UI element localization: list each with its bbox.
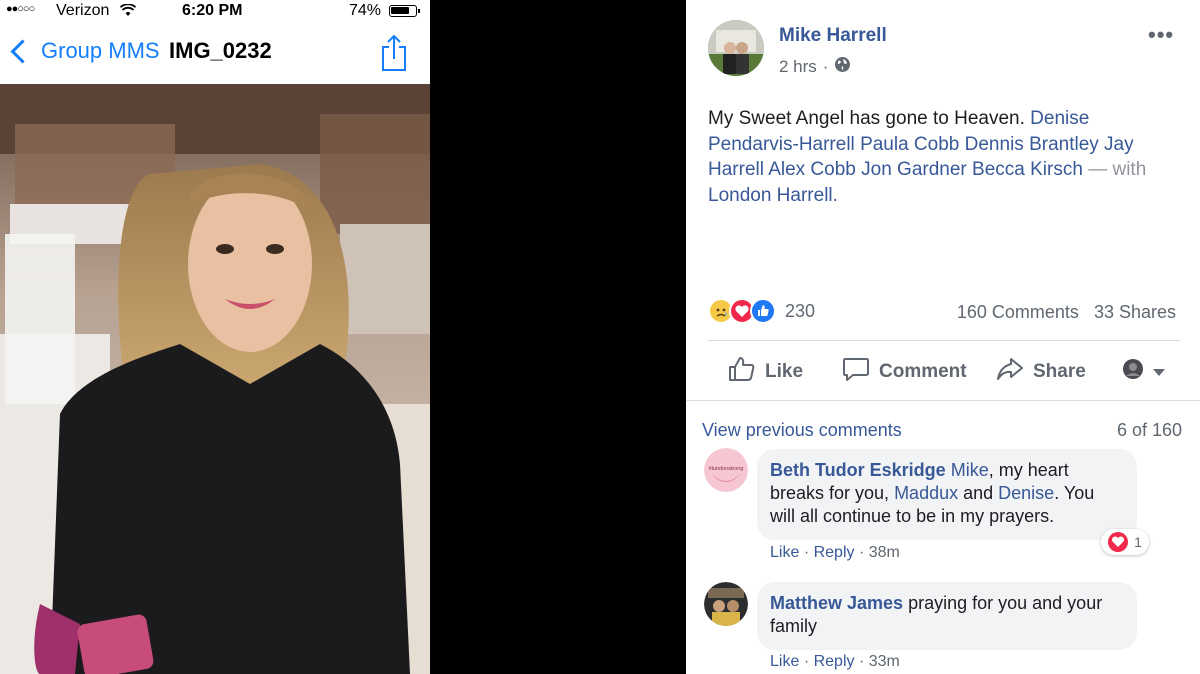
author-avatar[interactable] xyxy=(708,20,764,76)
comment-button[interactable]: Comment xyxy=(842,356,967,388)
reactions-summary[interactable]: 230 xyxy=(708,298,815,324)
commenter-avatar[interactable] xyxy=(704,582,748,626)
like-label: Like xyxy=(765,361,804,382)
comment-reply-link[interactable]: Reply xyxy=(814,653,855,670)
divider xyxy=(708,340,1180,341)
comment-bubble: Matthew James praying for you and your f… xyxy=(757,582,1137,650)
commenter-name[interactable]: Matthew James xyxy=(770,593,903,613)
facebook-post: Mike Harrell 2 hrs · ••• My Sweet Angel … xyxy=(686,0,1200,674)
comment-like-link[interactable]: Like xyxy=(770,653,799,670)
reaction-count: 230 xyxy=(785,300,816,321)
share-icon[interactable] xyxy=(380,34,408,72)
share-label: Share xyxy=(1033,361,1086,382)
post-meta: 2 hrs · xyxy=(779,56,851,78)
commenter-avatar[interactable]: #lundonstrong xyxy=(704,448,748,492)
post-message: My Sweet Angel has gone to Heaven. xyxy=(708,108,1025,129)
comment-label: Comment xyxy=(879,361,967,382)
comments-count[interactable]: 160 Comments xyxy=(957,302,1079,322)
comment-time[interactable]: 38m xyxy=(869,544,900,561)
comments-pager: 6 of 160 xyxy=(1116,420,1182,440)
comment-actions: Like · Reply · 38m xyxy=(770,544,900,562)
with-label: — with xyxy=(1088,159,1147,180)
comment-actions: Like · Reply · 33m xyxy=(770,653,900,671)
status-bar: ●●○○○ Verizon 6:20 PM 74% xyxy=(0,0,430,24)
like-reaction-icon xyxy=(750,298,776,324)
tag-link[interactable]: Paula Cobb xyxy=(860,134,959,155)
comment-reaction-badge[interactable]: 1 xyxy=(1101,529,1149,555)
phone-screenshot: ●●○○○ Verizon 6:20 PM 74% Group MMS IMG_… xyxy=(0,0,430,674)
separator-dot: · xyxy=(803,653,814,670)
mention-link[interactable]: Mike xyxy=(951,460,989,480)
commenter-name[interactable]: Beth Tudor Eskridge xyxy=(770,460,946,480)
heart-icon xyxy=(1108,532,1129,552)
engagement-counts: 160 Comments 33 Shares xyxy=(947,302,1176,323)
tag-link[interactable]: Jon Gardner xyxy=(861,159,967,180)
share-button[interactable]: Share xyxy=(996,356,1086,388)
profile-mini-avatar-icon xyxy=(1122,358,1144,386)
separator-dot: · xyxy=(858,653,869,670)
with-person-link[interactable]: London Harrell. xyxy=(708,185,838,206)
comment-time[interactable]: 33m xyxy=(869,653,900,670)
back-label: Group MMS xyxy=(41,38,160,63)
post-actions-bar: Like Comment Share xyxy=(708,350,1180,392)
battery-icon xyxy=(389,5,420,17)
comment-reaction-count: 1 xyxy=(1134,534,1142,550)
battery-percent: 74% xyxy=(349,2,382,19)
share-arrow-icon xyxy=(996,356,1024,388)
tag-link[interactable]: Becca Kirsch xyxy=(972,159,1083,180)
author-name[interactable]: Mike Harrell xyxy=(779,25,887,47)
shares-count[interactable]: 33 Shares xyxy=(1094,302,1176,322)
comment-text: and xyxy=(958,483,999,503)
divider xyxy=(686,400,1200,401)
thumbs-up-icon xyxy=(728,356,756,388)
mention-link[interactable]: Maddux xyxy=(894,483,958,503)
separator-dot: · xyxy=(858,544,869,561)
signal-icon: ●●○○○ xyxy=(6,3,35,15)
post-time[interactable]: 2 hrs xyxy=(779,57,817,77)
clock: 6:20 PM xyxy=(182,2,243,19)
comment-reply-link[interactable]: Reply xyxy=(814,544,855,561)
comment-bubble: Beth Tudor Eskridge Mike, my heart break… xyxy=(757,449,1137,540)
like-button[interactable]: Like xyxy=(728,356,803,388)
separator-dot: · xyxy=(803,544,814,561)
chevron-left-icon xyxy=(10,38,35,64)
globe-icon[interactable] xyxy=(834,56,851,78)
post-text: My Sweet Angel has gone to Heaven. Denis… xyxy=(708,106,1184,208)
mention-link[interactable]: Denise xyxy=(998,483,1054,503)
message-nav-bar: Group MMS IMG_0232 xyxy=(0,26,430,84)
more-options-icon[interactable]: ••• xyxy=(1148,22,1174,48)
avatar-hashtag-text: #lundonstrong xyxy=(709,466,744,472)
audience-selector[interactable] xyxy=(1122,358,1165,386)
image-title: IMG_0232 xyxy=(169,38,272,63)
view-previous-comments-link[interactable]: View previous comments xyxy=(702,420,902,441)
comment-icon xyxy=(842,356,870,388)
tag-link[interactable]: Dennis Brantley xyxy=(965,134,1099,155)
separator-dot: · xyxy=(822,57,829,76)
tag-link[interactable]: Alex Cobb xyxy=(768,159,856,180)
back-button[interactable]: Group MMS xyxy=(8,38,160,64)
carrier-label: Verizon xyxy=(56,2,110,19)
shared-photo xyxy=(0,84,430,674)
wifi-icon xyxy=(119,3,137,22)
comment-like-link[interactable]: Like xyxy=(770,544,799,561)
chevron-down-icon xyxy=(1153,361,1165,383)
